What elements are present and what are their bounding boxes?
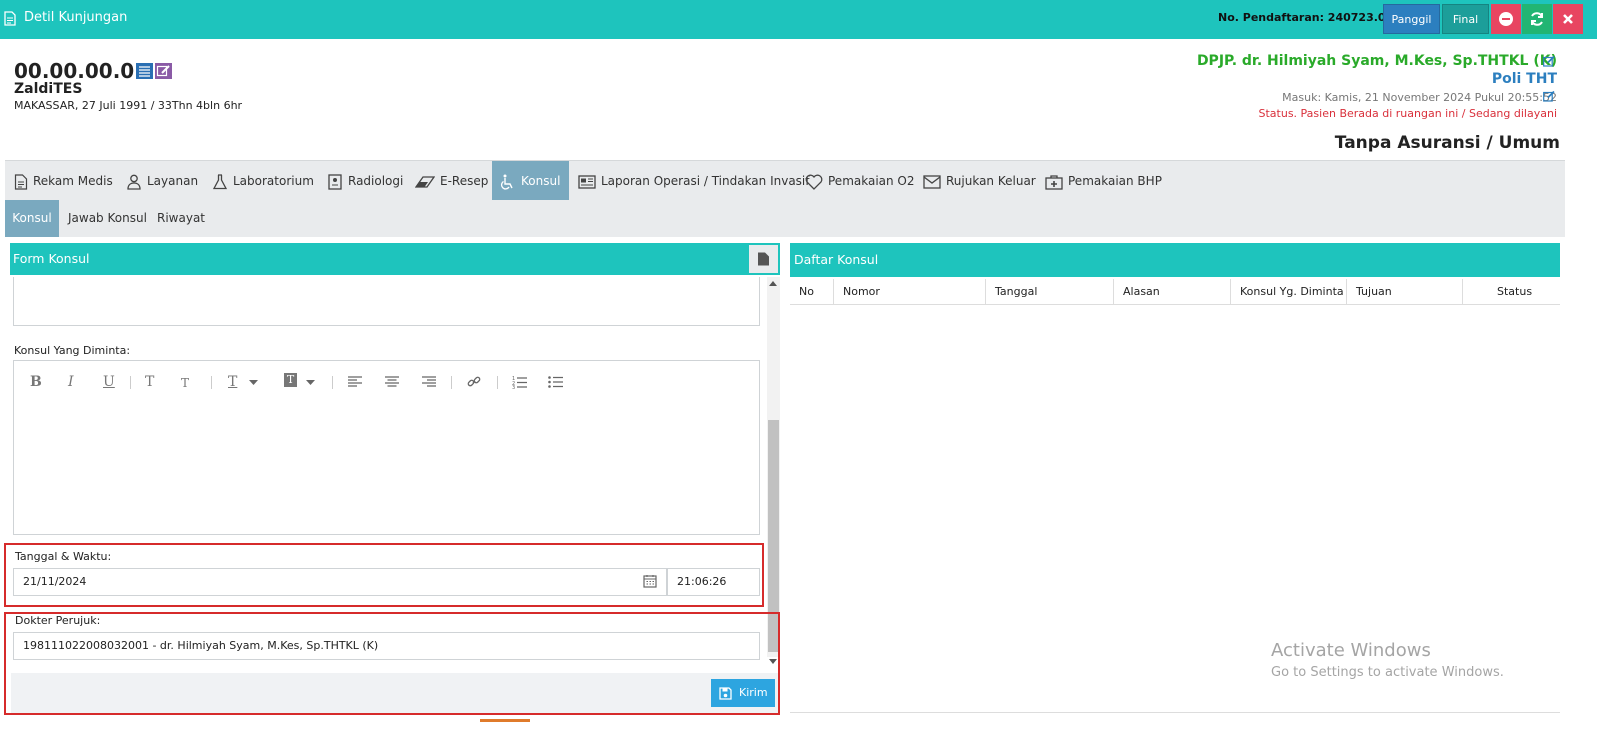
- scroll-up-arrow-icon[interactable]: [769, 281, 777, 286]
- italic-button[interactable]: I: [68, 374, 74, 390]
- new-form-button[interactable]: [749, 245, 778, 273]
- eraser-icon: [414, 175, 436, 188]
- poli-name: Poli THT: [1491, 71, 1557, 87]
- link-icon[interactable]: [467, 375, 481, 389]
- refresh-icon: [1531, 12, 1543, 26]
- daftar-konsul-panel: Daftar Konsul No Nomor Tanggal Alasan Ko…: [790, 243, 1560, 713]
- activate-windows-subtitle: Go to Settings to activate Windows.: [1271, 665, 1504, 680]
- form-scrollbar[interactable]: [767, 277, 780, 664]
- tab-pemakaian-bhp[interactable]: Pemakaian BHP: [1045, 161, 1162, 201]
- chevron-down-icon: [306, 380, 315, 385]
- tab-layanan[interactable]: Layanan: [126, 161, 198, 201]
- form-konsul-title: Form Konsul: [13, 251, 90, 266]
- ordered-list-icon[interactable]: 123: [512, 375, 527, 389]
- daftar-konsul-title: Daftar Konsul: [794, 252, 879, 267]
- tab-radiologi[interactable]: Radiologi: [327, 161, 403, 201]
- bold-button[interactable]: B: [30, 374, 42, 390]
- col-alasan[interactable]: Alasan: [1114, 279, 1231, 305]
- document-icon: [4, 11, 16, 26]
- tab-rekam-medis[interactable]: Rekam Medis: [14, 161, 113, 201]
- patient-status: Status. Pasien Berada di ruangan ini / S…: [1258, 107, 1558, 120]
- tab-laporan-operasi[interactable]: Laporan Operasi / Tindakan Invasif: [578, 161, 810, 201]
- align-left-icon[interactable]: [348, 376, 362, 388]
- edit-entry-icon[interactable]: [1543, 90, 1555, 102]
- underline-button[interactable]: U: [103, 374, 115, 390]
- konsul-diminta-editor[interactable]: B I U T T T T 123: [13, 360, 760, 535]
- col-tanggal[interactable]: Tanggal: [986, 279, 1114, 305]
- superscript-button[interactable]: T: [145, 374, 154, 390]
- chevron-down-icon: [249, 380, 258, 385]
- registration-number: No. Pendaftaran: 240723.0001: [1218, 11, 1409, 24]
- close-button[interactable]: [1553, 4, 1583, 34]
- font-color-button[interactable]: T: [228, 374, 237, 390]
- medkit-icon: [1045, 174, 1063, 190]
- xray-icon: [328, 173, 342, 190]
- align-right-icon[interactable]: [422, 376, 436, 388]
- col-tujuan[interactable]: Tujuan: [1347, 279, 1463, 305]
- subtab-riwayat[interactable]: Riwayat: [157, 200, 205, 237]
- highlight-dokter-section: [4, 612, 780, 715]
- form-konsul-header: Form Konsul: [10, 243, 780, 275]
- dpjp-doctor: DPJP. dr. Hilmiyah Syam, M.Kes, Sp.THTKL…: [1196, 53, 1557, 69]
- newspaper-icon: [578, 174, 596, 189]
- toolbar-separator: [497, 376, 498, 389]
- activate-windows-title: Activate Windows: [1271, 640, 1431, 661]
- highlight-date-section: [4, 543, 764, 607]
- daftar-konsul-header: Daftar Konsul: [790, 243, 1560, 277]
- main-tabs: Rekam Medis Layanan Laboratorium Radiolo…: [5, 160, 1565, 201]
- toolbar-separator: [451, 376, 452, 389]
- tab-e-resep[interactable]: E-Resep: [414, 161, 488, 201]
- subtab-konsul[interactable]: Konsul: [5, 200, 59, 237]
- visit-entry-time: Masuk: Kamis, 21 November 2024 Pukul 20:…: [1282, 91, 1557, 104]
- title-bar: Detil Kunjungan No. Pendaftaran: 240723.…: [0, 0, 1597, 39]
- table-bottom-border: [790, 712, 1560, 713]
- cancel-visit-button[interactable]: [1491, 4, 1521, 34]
- patient-list-icon[interactable]: [136, 63, 153, 79]
- minus-circle-icon: [1499, 12, 1513, 26]
- final-button[interactable]: Final: [1442, 4, 1489, 34]
- tab-pemakaian-o2[interactable]: Pemakaian O2: [805, 161, 915, 201]
- col-no[interactable]: No: [790, 279, 834, 305]
- alasan-textarea[interactable]: [13, 277, 760, 326]
- col-konsul-diminta[interactable]: Konsul Yg. Diminta: [1231, 279, 1347, 305]
- wheelchair-icon: [501, 174, 513, 189]
- patient-name: ZaldiTES: [14, 81, 83, 97]
- file-icon: [14, 173, 28, 190]
- toolbar-separator: [332, 376, 333, 389]
- insurance-type: Tanpa Asuransi / Umum: [1334, 133, 1560, 153]
- envelope-icon: [923, 174, 941, 189]
- tab-laboratorium[interactable]: Laboratorium: [212, 161, 314, 201]
- user-md-icon: [127, 174, 141, 190]
- col-status[interactable]: Status: [1463, 279, 1560, 305]
- unordered-list-icon[interactable]: [548, 375, 563, 389]
- tab-konsul[interactable]: Konsul: [492, 161, 569, 201]
- flask-icon: [212, 173, 228, 189]
- patient-id: 00.00.00.01: [14, 59, 149, 83]
- svg-text:3: 3: [512, 385, 515, 389]
- patient-birth-info: MAKASSAR, 27 Juli 1991 / 33Thn 4bln 6hr: [14, 99, 243, 112]
- heart-icon: [805, 174, 823, 190]
- col-nomor[interactable]: Nomor: [834, 279, 986, 305]
- konsul-diminta-label: Konsul Yang Diminta:: [14, 344, 131, 357]
- background-color-button[interactable]: T: [284, 373, 297, 387]
- panggil-button[interactable]: Panggil: [1383, 4, 1440, 34]
- close-icon: [1563, 14, 1573, 24]
- file-icon: [758, 252, 769, 266]
- tab-rujukan-keluar[interactable]: Rujukan Keluar: [923, 161, 1036, 201]
- refresh-button[interactable]: [1522, 4, 1552, 34]
- bottom-accent-bar: [480, 719, 530, 722]
- toolbar-separator: [130, 376, 131, 389]
- edit-dpjp-icon[interactable]: [1543, 55, 1555, 67]
- sub-tabs: Konsul Jawab Konsul Riwayat: [5, 200, 1565, 237]
- align-center-icon[interactable]: [385, 376, 399, 388]
- subscript-button[interactable]: T: [181, 376, 189, 390]
- toolbar-separator: [211, 376, 212, 389]
- window-title: Detil Kunjungan: [24, 10, 128, 25]
- edit-patient-icon[interactable]: [155, 63, 172, 79]
- subtab-jawab-konsul[interactable]: Jawab Konsul: [68, 200, 147, 237]
